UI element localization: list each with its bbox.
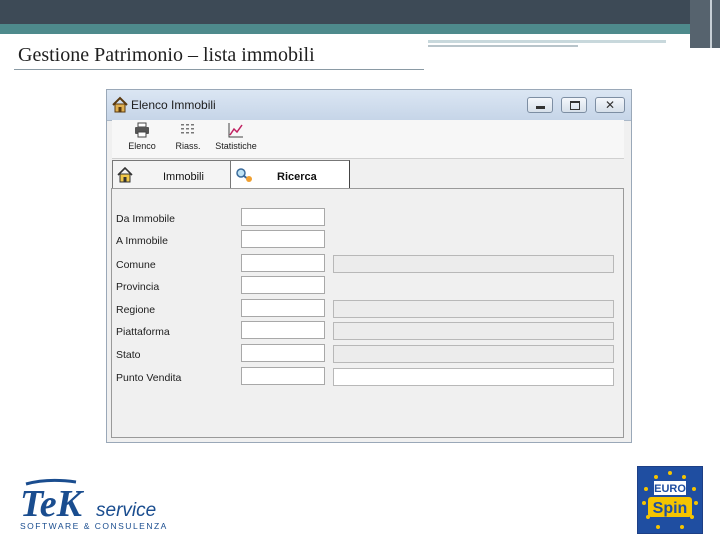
header-rule-secondary [428,45,578,47]
elenco-button[interactable]: Elenco [120,122,164,151]
header-accent-bar [0,24,720,34]
field-label: Provincia [116,281,160,293]
summary-icon [181,124,194,134]
field-label: Punto Vendita [116,372,182,384]
comune-input[interactable] [241,254,325,272]
stato-description [333,345,614,363]
field-label: Piattaforma [116,326,170,338]
da-immobile-input[interactable] [241,208,325,226]
comune-description [333,255,614,273]
tab-ricerca[interactable]: Ricerca [230,160,350,190]
regione-description [333,300,614,318]
field-punto-vendita: Punto Vendita [112,367,623,389]
tab-label: Immobili [163,171,204,183]
home-icon [117,167,133,183]
field-regione: Regione [112,299,623,321]
field-da-immobile: Da Immobile [112,208,623,230]
search-icon [236,168,252,182]
header-bar [0,0,720,24]
printer-icon [135,122,149,138]
header-rule [428,40,666,43]
stato-input[interactable] [241,344,325,362]
maximize-button[interactable] [561,97,587,113]
field-label: Regione [116,304,156,316]
toolbar-label: Elenco [128,141,156,151]
eurospin-logo-top: EURO [654,483,686,495]
punto-vendita-description[interactable] [333,368,614,386]
app-window: Elenco Immobili ✕ Elenco Riass. Statisti… [106,89,632,443]
statistiche-button[interactable]: Statistiche [212,122,260,151]
field-stato: Stato [112,344,623,366]
header-corner [690,0,720,48]
field-label: Stato [116,349,141,361]
close-icon: ✕ [604,98,616,112]
a-immobile-input[interactable] [241,230,325,248]
toolbar-label: Statistiche [215,141,257,151]
window-titlebar[interactable]: Elenco Immobili ✕ [107,90,631,121]
tek-service-logo: TeK service SOFTWARE & CONSULENZA [18,474,188,534]
tek-logo-letters: TeK [20,483,85,525]
field-comune: Comune [112,254,623,276]
provincia-input[interactable] [241,276,325,294]
eurospin-logo: EURO Spin [637,466,703,534]
tab-label: Ricerca [277,171,317,183]
home-icon [112,96,128,113]
slide-title: Gestione Patrimonio – lista immobili [18,44,315,66]
punto-vendita-input[interactable] [241,367,325,385]
piattaforma-description [333,322,614,340]
eurospin-logo-bottom: Spin [653,500,688,517]
tek-logo-word: service [96,500,156,521]
tab-strip: Immobili Ricerca [110,160,626,190]
regione-input[interactable] [241,299,325,317]
close-button[interactable]: ✕ [595,97,625,113]
chart-icon [228,123,243,138]
field-a-immobile: A Immobile [112,230,623,252]
title-underline [14,69,424,70]
window-title: Elenco Immobili [131,98,216,112]
toolbar-label: Riass. [175,141,201,151]
search-panel: Da Immobile A Immobile Comune Provincia … [111,188,624,438]
minimize-button[interactable] [527,97,553,113]
toolbar: Elenco Riass. Statistiche [112,120,624,159]
field-label: Comune [116,259,156,271]
tek-logo-tagline: SOFTWARE & CONSULENZA [20,521,168,531]
field-label: Da Immobile [116,213,175,225]
piattaforma-input[interactable] [241,321,325,339]
field-piattaforma: Piattaforma [112,321,623,343]
riass-button[interactable]: Riass. [170,122,206,151]
field-provincia: Provincia [112,276,623,298]
field-label: A Immobile [116,235,168,247]
tab-immobili[interactable]: Immobili [112,160,232,189]
